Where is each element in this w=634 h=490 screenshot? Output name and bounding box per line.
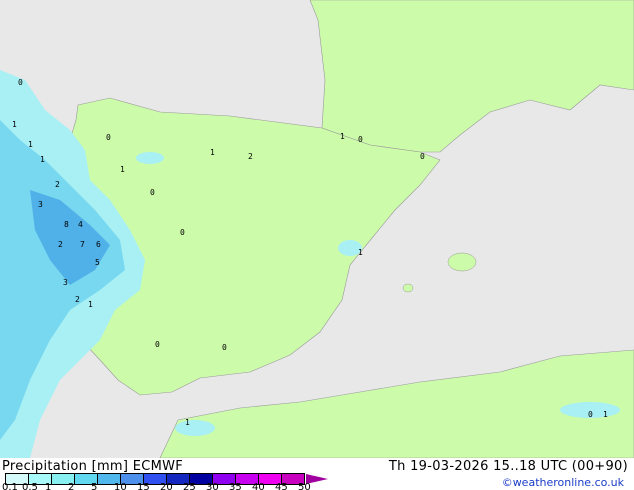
credit-link[interactable]: ©weatheronline.co.uk [502, 476, 624, 489]
map-value-label: 1 [210, 148, 215, 157]
precipitation-map [0, 0, 634, 458]
map-value-label: 0 [180, 228, 185, 237]
legend-tick: 1 [45, 482, 52, 490]
map-value-label: 0 [222, 343, 227, 352]
map-value-label: 0 [420, 152, 425, 161]
map-value-label: 1 [28, 140, 33, 149]
map-value-label: 1 [40, 155, 45, 164]
map-value-label: 2 [248, 152, 253, 161]
legend-tick: 15 [137, 482, 150, 490]
rain-north [136, 152, 164, 164]
map-title: Precipitation [mm] ECMWF [2, 459, 184, 474]
map-value-label: 2 [75, 295, 80, 304]
map-value-label: 4 [78, 220, 83, 229]
map-value-label: 2 [55, 180, 60, 189]
map-value-label: 0 [588, 410, 593, 419]
map-value-label: 1 [120, 165, 125, 174]
legend-tick: 45 [275, 482, 288, 490]
map-value-label: 1 [340, 132, 345, 141]
legend-tick: 30 [206, 482, 219, 490]
map-value-label: 0 [155, 340, 160, 349]
map-value-label: 0 [106, 133, 111, 142]
map-value-label: 2 [58, 240, 63, 249]
map-value-label: 0 [18, 78, 23, 87]
map-value-label: 1 [185, 418, 190, 427]
legend-tick: 35 [229, 482, 242, 490]
map-view: 012345678112321010012100100101 Precipita… [0, 0, 634, 490]
map-value-label: 1 [88, 300, 93, 309]
legend-tick: 25 [183, 482, 196, 490]
map-value-label: 3 [63, 278, 68, 287]
legend-tick: 0.1 [2, 482, 18, 490]
map-value-label: 0 [358, 135, 363, 144]
legend-tick: 40 [252, 482, 265, 490]
map-value-label: 1 [358, 248, 363, 257]
ibiza [402, 283, 414, 293]
map-value-label: 3 [38, 200, 43, 209]
map-value-label: 0 [150, 188, 155, 197]
legend-tick: 20 [160, 482, 173, 490]
rain-strait [175, 420, 215, 436]
map-value-label: 1 [12, 120, 17, 129]
legend-tick: 50 [298, 482, 311, 490]
map-value-label: 8 [64, 220, 69, 229]
valid-time: Th 19-03-2026 15..18 UTC (00+90) [388, 459, 628, 474]
map-value-label: 5 [95, 258, 100, 267]
map-value-label: 7 [80, 240, 85, 249]
legend-tick: 2 [68, 482, 75, 490]
legend-tick: 5 [91, 482, 98, 490]
map-value-label: 6 [96, 240, 101, 249]
map-value-label: 1 [603, 410, 608, 419]
mallorca [447, 252, 477, 272]
legend-tick: 0.5 [22, 482, 38, 490]
legend-tick: 10 [114, 482, 127, 490]
